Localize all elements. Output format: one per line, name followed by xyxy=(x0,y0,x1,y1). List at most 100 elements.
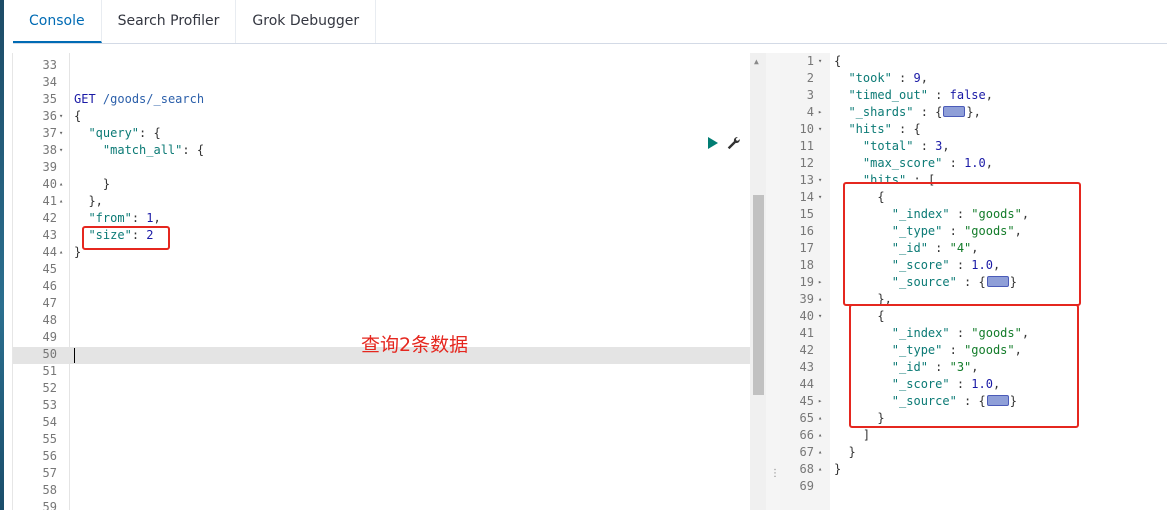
fold-toggle-icon[interactable]: ▸ xyxy=(818,393,822,410)
line-number: 11 xyxy=(799,139,814,153)
line-number: 41 xyxy=(42,194,57,208)
fold-toggle-icon[interactable]: ▴ xyxy=(59,244,63,261)
code-text: ] xyxy=(834,428,871,442)
line-number: 34 xyxy=(42,75,57,89)
fold-toggle-icon[interactable]: ▾ xyxy=(59,142,63,159)
line-number: 12 xyxy=(799,156,814,170)
line-number: 42 xyxy=(799,343,814,357)
line-number: 43 xyxy=(799,360,814,374)
request-actions xyxy=(708,136,740,150)
code-text: "hits" : { xyxy=(848,122,921,136)
line-number: 50 xyxy=(42,347,57,361)
fold-toggle-icon[interactable]: ▴ xyxy=(818,427,822,444)
size-highlight-box xyxy=(82,226,170,250)
wrench-icon[interactable] xyxy=(726,136,740,150)
line-number: 40 xyxy=(799,309,814,323)
line-number: 54 xyxy=(42,415,57,429)
line-number: 41 xyxy=(799,326,814,340)
code-text: }, xyxy=(74,194,103,208)
fold-toggle-icon[interactable]: ▴ xyxy=(818,461,822,478)
line-number: 52 xyxy=(42,381,57,395)
annotation-label: 查询2条数据 xyxy=(361,334,469,356)
code-text: "query": { xyxy=(88,126,161,140)
line-number: 36 xyxy=(42,109,57,123)
text-cursor xyxy=(74,348,75,363)
line-number: 35 xyxy=(42,92,57,106)
line-number: 58 xyxy=(42,483,57,497)
line-number: 55 xyxy=(42,432,57,446)
fold-toggle-icon[interactable]: ▾ xyxy=(818,308,822,325)
code-text: } xyxy=(74,177,111,191)
line-number: 68 xyxy=(799,462,814,476)
line-number: 16 xyxy=(799,224,814,238)
line-number: 38 xyxy=(42,143,57,157)
line-number: 1 xyxy=(806,54,814,68)
code-text: } xyxy=(834,462,842,476)
fold-toggle-icon[interactable]: ▾ xyxy=(59,108,63,125)
line-number: 15 xyxy=(799,207,814,221)
fold-toggle-icon[interactable]: ▾ xyxy=(818,121,822,138)
fold-toggle-icon[interactable]: ▾ xyxy=(59,125,63,142)
hit-2-highlight-box xyxy=(849,304,1079,428)
tab-console[interactable]: Console xyxy=(13,0,102,43)
collapsed-object-icon[interactable] xyxy=(943,106,966,117)
sidebar-strip xyxy=(0,0,4,510)
request-editor[interactable]: 33 34 35 GET /goods/_search 36 ▾{37 ▾ "query":… xyxy=(12,53,766,510)
code-text: { xyxy=(834,54,842,68)
fold-toggle-icon[interactable]: ▴ xyxy=(59,176,63,193)
code-text: "max_score" : 1.0, xyxy=(862,156,993,170)
code-text: GET /goods/_search xyxy=(74,92,205,106)
tab-bar: Console Search Profiler Grok Debugger xyxy=(13,0,1167,44)
line-number: 39 xyxy=(799,292,814,306)
line-number: 51 xyxy=(42,364,57,378)
line-number: 14 xyxy=(799,190,814,204)
tab-grok-debugger[interactable]: Grok Debugger xyxy=(236,0,377,43)
line-number: 59 xyxy=(42,500,57,510)
line-number: 44 xyxy=(42,245,57,259)
line-number: 53 xyxy=(42,398,57,412)
fold-toggle-icon[interactable]: ▸ xyxy=(818,104,822,121)
code-text: "_shards" : {}, xyxy=(848,105,981,119)
play-icon[interactable] xyxy=(708,137,718,149)
line-number: 43 xyxy=(42,228,57,242)
line-number: 33 xyxy=(42,58,57,72)
line-number: 39 xyxy=(42,160,57,174)
code-text: "total" : 3, xyxy=(862,139,950,153)
fold-toggle-icon[interactable]: ▾ xyxy=(818,53,822,70)
line-number: 49 xyxy=(42,330,57,344)
line-number: 18 xyxy=(799,258,814,272)
fold-toggle-icon[interactable]: ▴ xyxy=(818,444,822,461)
code-text: "timed_out" : false, xyxy=(848,88,993,102)
line-number: 45 xyxy=(799,394,814,408)
scroll-up-arrow-icon[interactable]: ▲ xyxy=(754,57,759,66)
line-number: 65 xyxy=(799,411,814,425)
code-text: "took" : 9, xyxy=(848,71,928,85)
code-text: } xyxy=(74,245,82,259)
line-number: 10 xyxy=(799,122,814,136)
pane-splitter[interactable]: ⋮ xyxy=(766,53,780,510)
fold-toggle-icon[interactable]: ▴ xyxy=(59,193,63,210)
line-number: 3 xyxy=(806,88,814,102)
hit-1-highlight-box xyxy=(843,182,1081,306)
line-number: 37 xyxy=(42,126,57,140)
fold-toggle-icon[interactable]: ▾ xyxy=(818,189,822,206)
fold-toggle-icon[interactable]: ▸ xyxy=(818,274,822,291)
code-text: "from": 1, xyxy=(88,211,161,225)
line-number: 56 xyxy=(42,449,57,463)
fold-toggle-icon[interactable]: ▴ xyxy=(818,410,822,427)
code-text: { xyxy=(74,109,82,123)
fold-toggle-icon[interactable]: ▴ xyxy=(818,291,822,308)
line-number: 4 xyxy=(806,105,814,119)
line-number: 67 xyxy=(799,445,814,459)
splitter-dots-icon[interactable]: ⋮ xyxy=(770,468,780,479)
line-number: 57 xyxy=(42,466,57,480)
line-number: 46 xyxy=(42,279,57,293)
scrollbar-thumb[interactable] xyxy=(753,195,764,395)
editor-scrollbar[interactable]: ▲ xyxy=(750,53,766,510)
line-number: 48 xyxy=(42,313,57,327)
code-text: "match_all": { xyxy=(102,143,205,157)
line-number: 69 xyxy=(799,479,814,493)
fold-toggle-icon[interactable]: ▾ xyxy=(818,172,822,189)
tab-search-profiler[interactable]: Search Profiler xyxy=(102,0,237,43)
line-number: 47 xyxy=(42,296,57,310)
